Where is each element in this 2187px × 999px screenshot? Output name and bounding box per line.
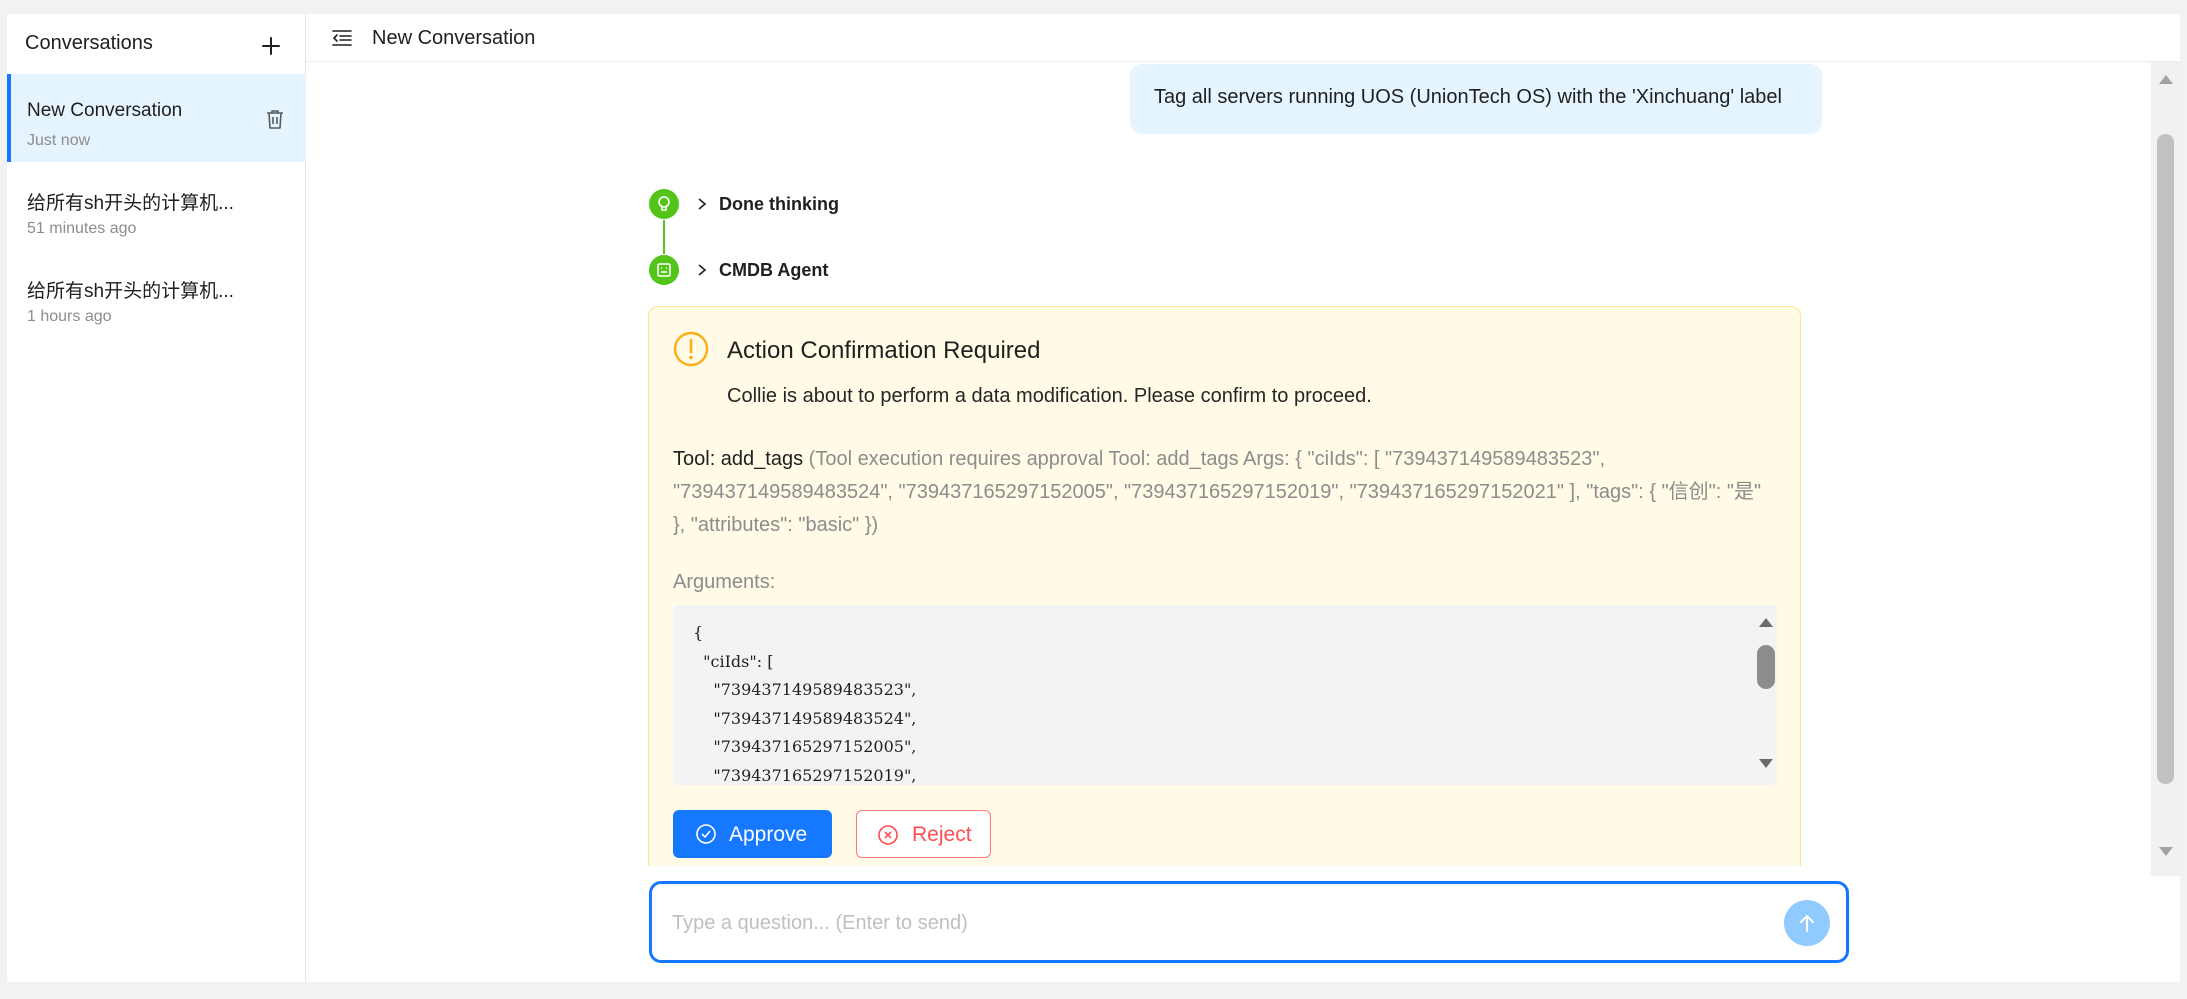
menu-fold-icon xyxy=(332,30,352,46)
scrollbar-thumb[interactable] xyxy=(2157,134,2174,784)
chevron-right-icon[interactable] xyxy=(695,263,709,277)
reject-label: Reject xyxy=(912,823,972,846)
step-label[interactable]: Done thinking xyxy=(719,194,839,215)
step-cmdb-agent: CMDB Agent xyxy=(649,255,1009,285)
conversation-title: 给所有sh开头的计算机... xyxy=(27,281,234,302)
step-connector xyxy=(663,220,665,254)
exclamation-circle-icon xyxy=(673,331,709,367)
approve-button[interactable]: Approve xyxy=(673,810,832,858)
arguments-code: { "ciIds": [ "739437149589483523", "7394… xyxy=(693,623,917,785)
conversation-time: Just now xyxy=(27,132,91,149)
conversation-item[interactable]: 给所有sh开头的计算机... 1 hours ago xyxy=(7,250,306,338)
action-confirmation-card: Action Confirmation Required Collie is a… xyxy=(648,306,1801,866)
top-bar: New Conversation xyxy=(306,14,2180,62)
sidebar-title: Conversations xyxy=(25,32,153,54)
confirmation-description: Collie is about to perform a data modifi… xyxy=(727,385,1372,407)
main-panel: New Conversation Tag all servers running… xyxy=(306,14,2180,982)
robot-icon xyxy=(657,263,671,277)
conversation-title: New Conversation xyxy=(27,100,183,121)
tool-info: Tool: add_tags (Tool execution requires … xyxy=(673,443,1773,542)
approve-label: Approve xyxy=(729,823,808,846)
check-circle-icon xyxy=(695,823,717,845)
arrow-up-icon xyxy=(1800,915,1814,932)
step-status-dot xyxy=(649,255,679,285)
reject-button[interactable]: Reject xyxy=(856,810,991,858)
conversation-time: 1 hours ago xyxy=(27,308,112,325)
conversation-item-active[interactable]: New Conversation Just now xyxy=(7,74,306,162)
conversation-item[interactable]: 给所有sh开头的计算机... 51 minutes ago xyxy=(7,162,306,250)
chat-scrollbar[interactable] xyxy=(2151,62,2180,876)
page-title: New Conversation xyxy=(372,27,536,49)
step-status-dot xyxy=(649,189,679,219)
trash-icon xyxy=(267,110,283,129)
sidebar: Conversations New Conversation Just now … xyxy=(7,14,306,982)
sidebar-header: Conversations xyxy=(7,14,306,74)
delete-conversation-button[interactable] xyxy=(263,107,287,131)
tool-detail: (Tool execution requires approval Tool: … xyxy=(673,448,1762,536)
user-message: Tag all servers running UOS (UnionTech O… xyxy=(1130,64,1822,134)
conversation-title: 给所有sh开头的计算机... xyxy=(27,193,234,214)
confirmation-title: Action Confirmation Required xyxy=(727,337,1041,364)
arguments-label: Arguments: xyxy=(673,571,776,593)
scroll-down-arrow-icon[interactable] xyxy=(2157,845,2175,859)
new-conversation-button[interactable] xyxy=(257,32,285,60)
tool-name: Tool: add_tags xyxy=(673,448,804,470)
message-composer xyxy=(649,881,1849,963)
step-done-thinking: Done thinking xyxy=(649,189,1009,219)
message-input[interactable] xyxy=(672,906,1732,940)
close-circle-icon xyxy=(877,824,899,846)
toggle-sidebar-button[interactable] xyxy=(330,26,354,50)
step-label[interactable]: CMDB Agent xyxy=(719,260,828,281)
lightbulb-icon xyxy=(658,196,670,211)
chevron-right-icon[interactable] xyxy=(695,197,709,211)
code-scroll-down-arrow-icon[interactable] xyxy=(1757,757,1775,771)
conversation-time: 51 minutes ago xyxy=(27,220,137,237)
plus-icon xyxy=(262,37,280,55)
send-button[interactable] xyxy=(1784,900,1830,946)
code-scroll-up-arrow-icon[interactable] xyxy=(1757,615,1775,629)
app-window: Conversations New Conversation Just now … xyxy=(7,14,2180,982)
scroll-up-arrow-icon[interactable] xyxy=(2157,72,2175,86)
code-scrollbar-thumb[interactable] xyxy=(1757,645,1775,689)
arguments-code-block[interactable]: { "ciIds": [ "739437149589483523", "7394… xyxy=(673,605,1777,785)
